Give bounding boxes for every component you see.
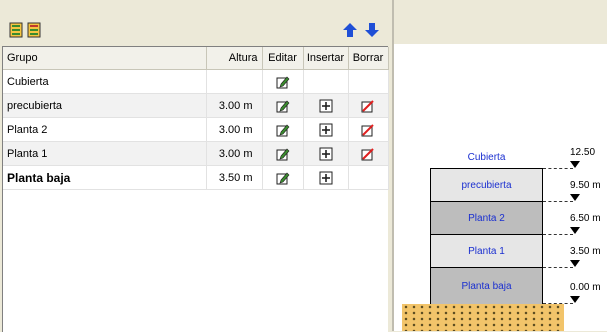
level-line (543, 168, 573, 169)
table-row[interactable]: Planta 1 3.00 m (3, 141, 389, 166)
cell-grupo[interactable]: Planta 1 (3, 141, 207, 166)
table-header: Grupo Altura Editar Insertar Borrar (3, 47, 389, 70)
arrow-down-icon[interactable] (364, 22, 380, 38)
col-editar[interactable]: Editar (262, 47, 304, 70)
cell-borrar (348, 141, 389, 166)
delete-icon[interactable] (361, 147, 375, 160)
cell-borrar (348, 165, 389, 190)
cell-grupo[interactable]: Planta baja (3, 165, 207, 190)
level-marker-icon (570, 227, 580, 234)
cell-editar (262, 165, 304, 190)
cell-editar (262, 69, 304, 94)
edit-icon[interactable] (276, 147, 290, 160)
floor-precubierta: precubierta (430, 168, 543, 201)
cell-editar (262, 93, 304, 118)
cell-grupo[interactable]: Planta 2 (3, 117, 207, 142)
elev-planta-1: 3.50 m (570, 246, 601, 257)
diagram-header (394, 0, 607, 44)
level-line (543, 267, 573, 268)
edit-icon[interactable] (276, 75, 290, 88)
insert-icon[interactable] (319, 171, 333, 184)
col-borrar[interactable]: Borrar (348, 47, 389, 70)
cell-insertar (303, 141, 349, 166)
building-diagram: Cubierta precubierta Planta 2 Planta 1 P… (392, 0, 607, 331)
cell-editar (262, 117, 304, 142)
cell-grupo[interactable]: precubierta (3, 93, 207, 118)
table-row[interactable]: Planta 2 3.00 m (3, 117, 389, 142)
toolbar (0, 0, 388, 44)
cell-altura[interactable]: 3.00 m (206, 117, 263, 142)
cell-insertar (303, 93, 349, 118)
cell-borrar (348, 69, 389, 94)
cell-borrar (348, 93, 389, 118)
table-row[interactable]: Cubierta (3, 69, 389, 94)
level-marker-icon (570, 194, 580, 201)
sheet-add-icon[interactable] (8, 22, 24, 38)
cell-grupo[interactable]: Cubierta (3, 69, 207, 94)
level-marker-icon (570, 260, 580, 267)
level-marker-icon (570, 161, 580, 168)
elev-planta-2: 6.50 m (570, 213, 601, 224)
level-line (543, 234, 573, 235)
level-line (543, 201, 573, 202)
elev-cubierta: 12.50 (570, 147, 596, 158)
insert-icon[interactable] (319, 99, 333, 112)
elev-precubierta: 9.50 m (570, 180, 601, 191)
cell-altura[interactable]: 3.00 m (206, 141, 263, 166)
elev-planta-baja: 0.00 m (570, 282, 601, 293)
col-insertar[interactable]: Insertar (303, 47, 349, 70)
table-row[interactable]: Planta baja 3.50 m (3, 165, 389, 190)
cell-insertar (303, 69, 349, 94)
cell-insertar (303, 117, 349, 142)
cell-borrar (348, 117, 389, 142)
delete-icon[interactable] (361, 99, 375, 112)
edit-icon[interactable] (276, 171, 290, 184)
arrow-up-icon[interactable] (342, 22, 358, 38)
edit-icon[interactable] (276, 123, 290, 136)
insert-icon[interactable] (319, 147, 333, 160)
col-altura[interactable]: Altura (206, 47, 263, 70)
level-label-cubierta: Cubierta (467, 152, 506, 163)
cell-altura[interactable] (206, 69, 263, 94)
cell-altura[interactable]: 3.50 m (206, 165, 263, 190)
level-marker-icon (570, 296, 580, 303)
ground-hatch (402, 304, 564, 331)
floor-planta-baja: Planta baja (430, 267, 543, 306)
level-line (543, 303, 573, 304)
floor-planta-2: Planta 2 (430, 201, 543, 234)
groups-table: Grupo Altura Editar Insertar Borrar Cubi… (2, 46, 389, 332)
insert-icon[interactable] (319, 123, 333, 136)
groups-panel: Grupo Altura Editar Insertar Borrar Cubi… (0, 0, 389, 332)
edit-icon[interactable] (276, 99, 290, 112)
cell-altura[interactable]: 3.00 m (206, 93, 263, 118)
sheet-edit-icon[interactable] (26, 22, 42, 38)
delete-icon[interactable] (361, 123, 375, 136)
cell-editar (262, 141, 304, 166)
floor-planta-1: Planta 1 (430, 234, 543, 267)
cell-insertar (303, 165, 349, 190)
col-grupo[interactable]: Grupo (3, 47, 207, 70)
table-row[interactable]: precubierta 3.00 m (3, 93, 389, 118)
